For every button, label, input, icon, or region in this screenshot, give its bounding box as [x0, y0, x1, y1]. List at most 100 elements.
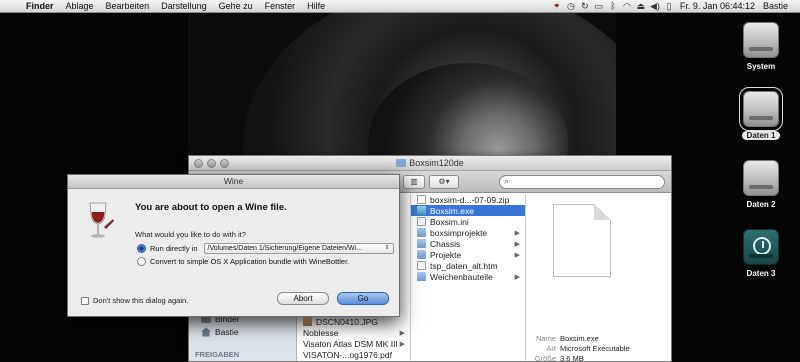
- folder-icon: [417, 250, 426, 259]
- list-item-label: Projekte: [430, 249, 462, 260]
- list-item-label: boxsim-d...-07-09.zip: [430, 194, 510, 205]
- meta-key: Name: [535, 334, 556, 343]
- wine-glass-icon: [89, 202, 114, 238]
- volume-icon[interactable]: ◀): [648, 1, 662, 12]
- list-item-label: Boxsim.exe: [430, 205, 474, 216]
- search-field[interactable]: ⌕: [499, 175, 665, 189]
- abort-button[interactable]: Abort: [277, 292, 329, 305]
- dialog-heading: You are about to open a Wine file.: [135, 202, 287, 213]
- checkbox-box[interactable]: [81, 296, 89, 305]
- wine-glass-status-icon[interactable]: 🍷: [550, 1, 564, 12]
- hard-drive-icon: [743, 160, 779, 196]
- convert-radio[interactable]: [137, 257, 146, 266]
- desktop-icon-label: Daten 1: [741, 131, 781, 140]
- wifi-icon[interactable]: ◠: [620, 1, 634, 12]
- preview-pane: Name Boxsim.exe Art Microsoft Executable G…: [526, 194, 671, 361]
- document-fold-corner: [594, 204, 611, 220]
- list-item[interactable]: tsp_daten_alt.htm: [411, 260, 525, 271]
- meta-key: Größe: [534, 354, 556, 362]
- view-columns-button[interactable]: ▥: [403, 175, 425, 189]
- bluetooth-icon[interactable]: ᛒ: [606, 1, 620, 11]
- list-item[interactable]: Noblesse ▶: [297, 327, 410, 338]
- desktop-icon-daten-2[interactable]: Daten 2: [731, 160, 791, 209]
- archive-file-icon: [417, 195, 426, 204]
- list-item[interactable]: Chassis ▶: [411, 238, 525, 249]
- folder-icon: [417, 228, 426, 237]
- list-item-selected[interactable]: Boxsim.exe: [411, 205, 525, 216]
- path-select[interactable]: /Volumes/Daten 1/Sicherung/Eigene Dateie…: [203, 243, 394, 254]
- list-item[interactable]: boxsim-d...-07-09.zip: [411, 194, 525, 205]
- disclosure-arrow-icon: ▶: [399, 340, 405, 348]
- option-convert[interactable]: Convert to simple OS X Application bundl…: [137, 257, 349, 266]
- list-item[interactable]: VISATON-...og1976.pdf: [297, 349, 410, 360]
- option-run-directly[interactable]: Run directly in /Volumes/Daten 1/Sicheru…: [137, 243, 394, 254]
- list-item[interactable]: boxsimprojekte ▶: [411, 227, 525, 238]
- list-item-label: tsp_daten_alt.htm: [430, 260, 498, 271]
- desktop-icon-label: Daten 2: [746, 200, 776, 209]
- action-menu-button[interactable]: ⚙▾: [429, 175, 459, 189]
- desktop-icon-label: System: [746, 62, 776, 71]
- preview-size-row: Größe 3,6 MB: [526, 354, 648, 362]
- sync-icon[interactable]: ↻: [578, 1, 592, 12]
- sidebar-item-bastie[interactable]: Bastie: [201, 327, 239, 337]
- executable-file-icon: [417, 206, 426, 215]
- display-icon[interactable]: ▭: [592, 1, 606, 12]
- list-item-label: Chassis: [430, 238, 461, 249]
- window-title-text: Boxsim120de: [409, 158, 464, 168]
- menu-bar: Finder Ablage Bearbeiten Darstellung Geh…: [0, 0, 800, 13]
- folder-icon: [417, 239, 426, 248]
- list-item[interactable]: Visaton Atlas DSM MK III ▶: [297, 338, 410, 349]
- chevron-updown-icon: ⇕: [384, 245, 390, 251]
- list-item[interactable]: Projekte ▶: [411, 249, 525, 260]
- eject-icon[interactable]: ⏏: [634, 1, 648, 12]
- menu-hilfe[interactable]: Hilfe: [301, 1, 331, 11]
- finder-column-2: boxsim-d...-07-09.zip Boxsim.exe Boxsim.…: [411, 194, 526, 361]
- sidebar-section-header: FREIGABEN: [195, 350, 240, 359]
- folder-icon: [417, 272, 426, 281]
- desktop-icon-daten-3[interactable]: Daten 3: [731, 229, 791, 278]
- disclosure-arrow-icon: ▶: [514, 273, 520, 281]
- list-item-label: Noblesse: [303, 327, 339, 338]
- battery-icon[interactable]: ▯: [662, 1, 676, 12]
- go-button[interactable]: Go: [337, 292, 389, 305]
- option-label: Convert to simple OS X Application bundl…: [150, 257, 350, 266]
- dialog-title[interactable]: Wine: [68, 175, 399, 189]
- meta-value: 3,6 MB: [560, 354, 584, 362]
- dont-show-again-checkbox[interactable]: Don't show this dialog again.: [81, 296, 188, 305]
- window-title: Boxsim120de: [189, 158, 671, 168]
- list-item-label: Visaton Atlas DSM MK III: [303, 338, 398, 349]
- time-machine-icon[interactable]: ◷: [564, 1, 578, 12]
- menu-gehe-zu[interactable]: Gehe zu: [213, 1, 259, 11]
- list-item-label: Boxsim.ini: [430, 216, 469, 227]
- html-file-icon: [417, 261, 426, 270]
- list-item[interactable]: DSCN0410.JPG: [297, 316, 410, 327]
- menubar-clock[interactable]: Fr. 9. Jan 06:44:12: [676, 1, 759, 11]
- checkbox-label: Don't show this dialog again.: [93, 296, 189, 305]
- preview-kind-row: Art Microsoft Executable: [526, 344, 648, 353]
- home-icon: [201, 327, 211, 337]
- menu-bearbeiten[interactable]: Bearbeiten: [100, 1, 156, 11]
- path-select-value: /Volumes/Daten 1/Sicherung/Eigene Dateie…: [207, 245, 363, 252]
- desktop-icon-system[interactable]: System: [731, 22, 791, 71]
- menu-app-finder[interactable]: Finder: [20, 1, 60, 11]
- list-item[interactable]: Boxsim.ini: [411, 216, 525, 227]
- disclosure-arrow-icon: ▶: [514, 229, 520, 237]
- menu-ablage[interactable]: Ablage: [60, 1, 100, 11]
- sidebar-item-label: Bastie: [215, 327, 239, 337]
- menubar-user[interactable]: Bastie: [759, 1, 792, 11]
- disclosure-arrow-icon: ▶: [514, 251, 520, 259]
- disclosure-arrow-icon: ▶: [514, 240, 520, 248]
- folder-icon: [396, 159, 407, 167]
- run-directly-radio[interactable]: [137, 244, 146, 253]
- search-icon: ⌕: [504, 176, 510, 186]
- meta-value: Microsoft Executable: [560, 344, 630, 353]
- menu-darstellung[interactable]: Darstellung: [155, 1, 213, 11]
- desktop-icon-daten-1[interactable]: Daten 1: [731, 87, 791, 140]
- list-item-label: DSCN0410.JPG: [316, 316, 378, 327]
- finder-title-bar[interactable]: Boxsim120de: [189, 156, 671, 171]
- meta-value: Boxsim.exe: [560, 334, 599, 343]
- hard-drive-icon: [739, 87, 783, 131]
- menu-fenster[interactable]: Fenster: [259, 1, 302, 11]
- list-item[interactable]: Weichenbauteile ▶: [411, 271, 525, 282]
- list-item-label: VISATON-...og1976.pdf: [303, 349, 392, 360]
